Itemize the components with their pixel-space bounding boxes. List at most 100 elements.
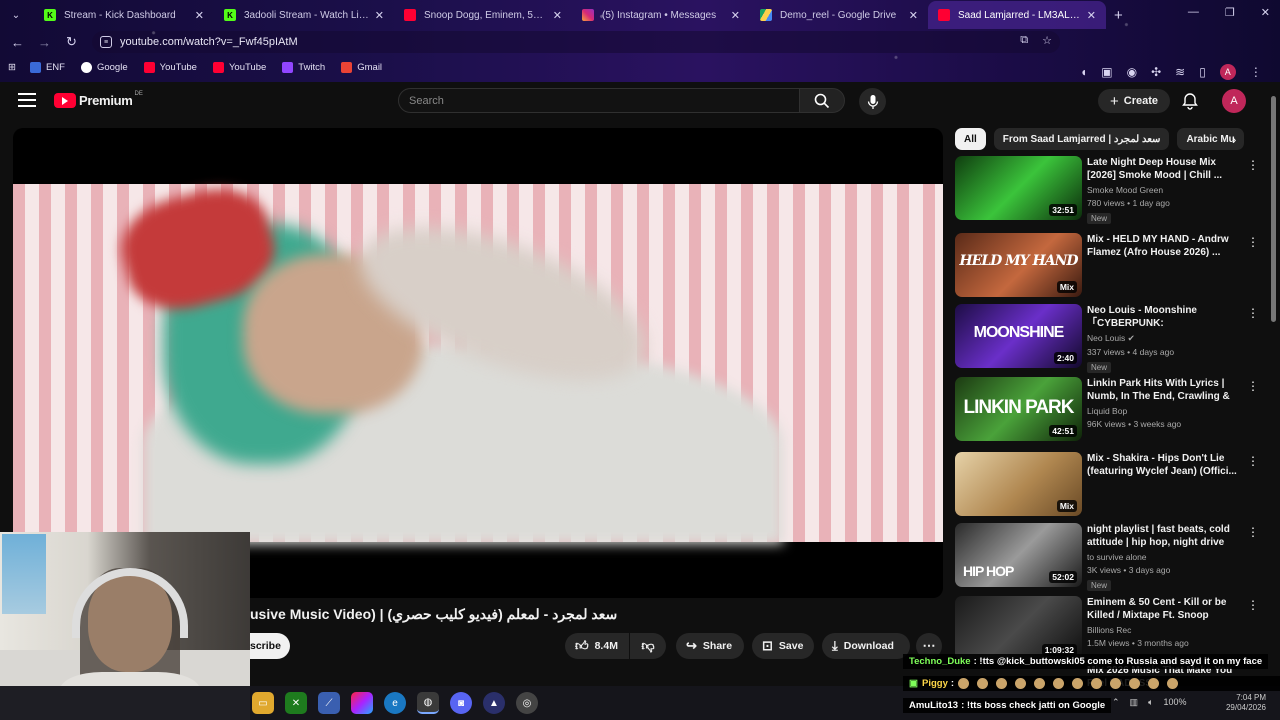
file-explorer-icon[interactable]: ▭ [252,692,274,714]
copilot-icon[interactable] [351,692,373,714]
page-scrollbar[interactable] [1271,96,1276,322]
tray-chevron-icon[interactable]: ⌃ [1112,697,1120,708]
bookmark-item[interactable]: Gmail [341,61,382,73]
tab-google-drive[interactable]: Demo_reel - Google Drive ✕ [750,1,928,29]
video-thumbnail[interactable]: MOONSHINE 2:40 [955,304,1082,368]
channel-name[interactable]: Liquid Bop [1087,406,1239,416]
chrome-icon[interactable]: ◍ [417,692,439,714]
close-icon[interactable]: ✕ [195,9,204,22]
bookmark-item[interactable]: Twitch [282,61,325,73]
volume-icon[interactable]: 🔈︎ [1148,697,1153,708]
list-item[interactable]: Mix Mix - Shakira - Hips Don't Lie (feat… [955,452,1260,518]
more-vertical-icon[interactable]: ⋮ [1247,454,1259,468]
more-vertical-icon[interactable]: ⋮ [1247,525,1259,539]
discord-icon[interactable]: ◙ [450,692,472,714]
subscribe-button[interactable]: scribe [250,633,290,659]
bell-icon [1182,93,1198,110]
video-title[interactable]: night playlist | fast beats, cold attitu… [1087,523,1239,549]
video-thumbnail[interactable]: 32:51 [955,156,1082,220]
chat-username: Piggy [921,678,948,689]
edge-icon[interactable]: e [384,692,406,714]
close-icon[interactable]: ✕ [553,9,562,22]
close-icon[interactable]: ✕ [731,9,740,22]
channel-name[interactable]: Smoke Mood Green [1087,185,1239,195]
like-button[interactable]: 👍︎ 8.4M [565,633,629,659]
search-button[interactable] [799,88,845,113]
list-item[interactable]: HIP HOP 52:02 night playlist | fast beat… [955,523,1260,591]
video-title[interactable]: Eminem & 50 Cent - Kill or be Killed / M… [1087,596,1239,622]
voice-search-button[interactable] [859,88,886,115]
tab-search-icon[interactable]: ⌄ [6,5,26,25]
video-title[interactable]: Linkin Park Hits With Lyrics | Numb, In … [1087,377,1239,403]
chip-from-channel[interactable]: From Saad Lamjarred | سعد لمجرد [993,128,1170,150]
more-vertical-icon[interactable]: ⋮ [1247,598,1259,612]
download-button[interactable]: ⤓ Download [822,633,910,659]
channel-name[interactable]: to survive alone [1087,552,1239,562]
youtube-premium-logo[interactable]: Premium DE [54,91,143,108]
bookmark-item[interactable]: YouTube [143,61,197,73]
tab-kick-dashboard[interactable]: K Stream - Kick Dashboard ✕ [34,1,214,29]
tab-kick-stream[interactable]: K 3adooli Stream - Watch Live on Kick ✕ [214,1,394,29]
video-thumbnail[interactable]: Mix [955,452,1082,516]
bookmark-item[interactable]: YouTube [212,61,266,73]
close-icon[interactable]: ✕ [375,9,384,22]
taskbar-apps: ▭ ✕ ⟋ e ◍ ◙ ▲ ◎ [252,692,538,714]
clock[interactable]: 7:04 PM 29/04/2026 [1226,693,1266,713]
bookmark-star-icon[interactable]: ☆ [1042,34,1052,47]
install-app-icon[interactable]: ⧉ [1020,34,1028,47]
notifications-button[interactable] [1182,92,1198,115]
channel-name[interactable]: Billions Rec [1087,625,1239,635]
create-button[interactable]: + Create [1098,89,1170,113]
list-item[interactable]: MOONSHINE 2:40 Neo Louis - Moonshine 「CY… [955,304,1260,373]
dislike-button[interactable]: 👎︎ [630,633,666,659]
site-info-icon[interactable]: ≡ [100,36,112,48]
search-input[interactable]: Search [398,88,800,113]
hamburger-menu-icon[interactable] [18,93,36,107]
share-button[interactable]: ↪ Share [676,633,744,659]
more-vertical-icon[interactable]: ⋮ [1247,158,1259,172]
more-vertical-icon[interactable]: ⋮ [1247,235,1259,249]
bookmark-item[interactable]: ENF [29,61,65,73]
apps-grid-icon[interactable]: ⊞ [8,62,16,73]
channel-row[interactable]: Neo Louis ✔ [1087,333,1239,344]
tab-youtube-active[interactable]: Saad Lamjarred - LM3ALLEM (E... ✕ [928,1,1106,29]
video-thumbnail[interactable]: LINKIN PARK 42:51 [955,377,1082,441]
video-player[interactable] [13,128,943,598]
reload-icon[interactable]: ↻ [58,34,85,50]
list-item[interactable]: HELD MY HAND Mix Mix - HELD MY HAND - An… [955,233,1260,299]
video-thumbnail[interactable]: HIP HOP 52:02 [955,523,1082,587]
list-item[interactable]: 32:51 Late Night Deep House Mix [2026] S… [955,156,1260,224]
list-item[interactable]: 1:09:32 Eminem & 50 Cent - Kill or be Ki… [955,596,1260,662]
list-item[interactable]: LINKIN PARK 42:51 Linkin Park Hits With … [955,377,1260,443]
video-thumbnail[interactable]: HELD MY HAND Mix [955,233,1082,297]
maximize-icon[interactable]: ❐ [1225,6,1235,19]
chevron-right-icon[interactable]: › [1232,132,1236,147]
tab-instagram[interactable]: (5) Instagram • Messages ✕ [572,1,750,29]
obs-icon[interactable]: ◎ [516,692,538,714]
video-thumbnail[interactable]: 1:09:32 [955,596,1082,660]
bookmark-item[interactable]: Google [80,61,128,73]
network-icon[interactable]: ▥ [1130,697,1139,708]
editor-icon[interactable]: ⟋ [318,692,340,714]
chip-all[interactable]: All [955,128,986,150]
more-vertical-icon[interactable]: ⋮ [1247,306,1259,320]
tab-youtube-mix[interactable]: Snoop Dogg, Eminem, 50 Cent, ... ✕ [394,1,572,29]
minimize-icon[interactable]: — [1188,6,1199,19]
video-title[interactable]: Mix - Shakira - Hips Don't Lie (featurin… [1087,452,1239,478]
save-button[interactable]: ⊡ Save [752,633,814,659]
address-bar[interactable]: ≡ youtube.com/watch?v=_Fwf45pIAtM ⧉ ☆ [92,31,1060,53]
more-vertical-icon[interactable]: ⋮ [1247,379,1259,393]
new-tab-icon[interactable]: + [1114,7,1123,24]
close-icon[interactable]: ✕ [909,9,918,22]
video-title[interactable]: Neo Louis - Moonshine 「CYBERPUNK: EDGERU… [1087,304,1239,330]
back-icon[interactable]: ← [4,35,31,50]
account-avatar[interactable]: A [1222,89,1246,113]
video-title[interactable]: Mix - HELD MY HAND - Andrw Flamez (Afro … [1087,233,1239,259]
launcher-icon[interactable]: ▲ [483,692,505,714]
close-icon[interactable]: ✕ [1087,9,1096,22]
emote-icon [1072,678,1084,689]
forward-icon[interactable]: → [31,35,58,50]
close-window-icon[interactable]: ✕ [1261,6,1270,19]
xbox-icon[interactable]: ✕ [285,692,307,714]
video-title[interactable]: Late Night Deep House Mix [2026] Smoke M… [1087,156,1239,182]
